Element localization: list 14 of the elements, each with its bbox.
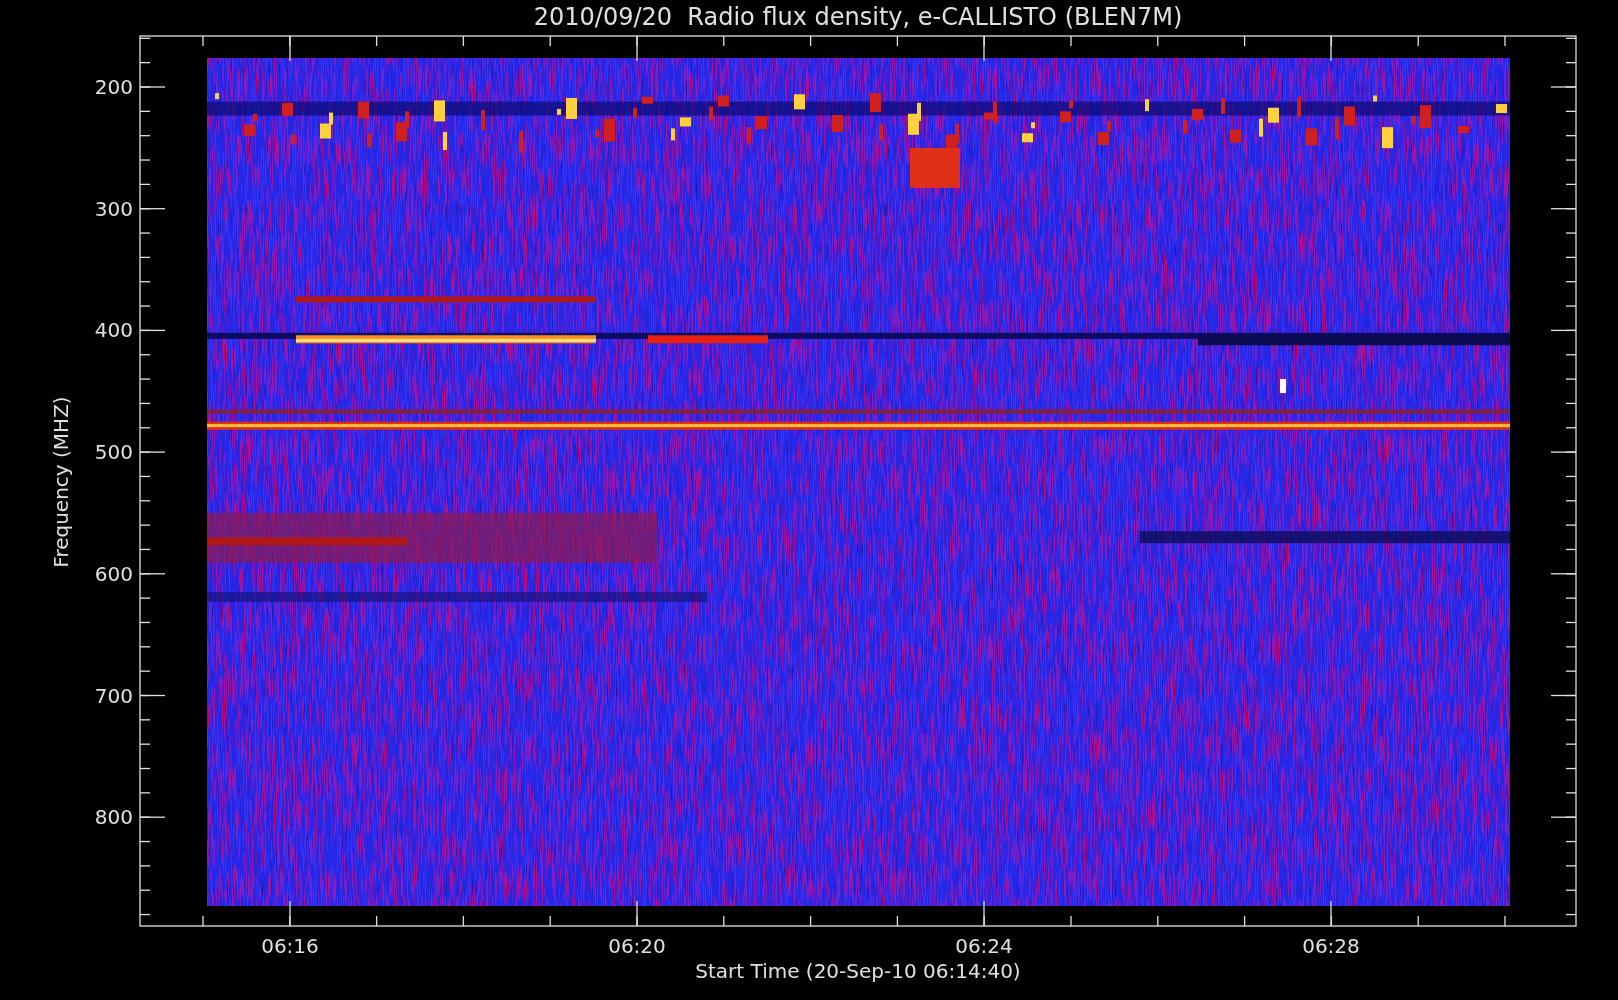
x-tick-label: 06:20 [608,934,666,958]
x-tick-label: 06:28 [1302,934,1360,958]
y-tick-label: 300 [94,196,133,221]
y-tick-label: 700 [94,683,133,708]
y-tick-label: 200 [94,75,133,99]
y-tick-label: 400 [94,318,133,343]
chart-title: 2010/09/20 Radio flux density, e-CALLISTO (BLEN7M) [533,3,1183,31]
y-tick-label: 500 [94,440,133,465]
x-tick-label: 06:16 [261,934,319,958]
y-tick-label: 600 [94,561,133,586]
x-axis-label: Start Time (20-Sep-10 06:14:40) [695,959,1021,983]
y-axis-label: Frequency (MHZ) [49,396,73,568]
y-tick-label: 800 [94,805,133,830]
x-tick-label: 06:24 [955,934,1013,958]
